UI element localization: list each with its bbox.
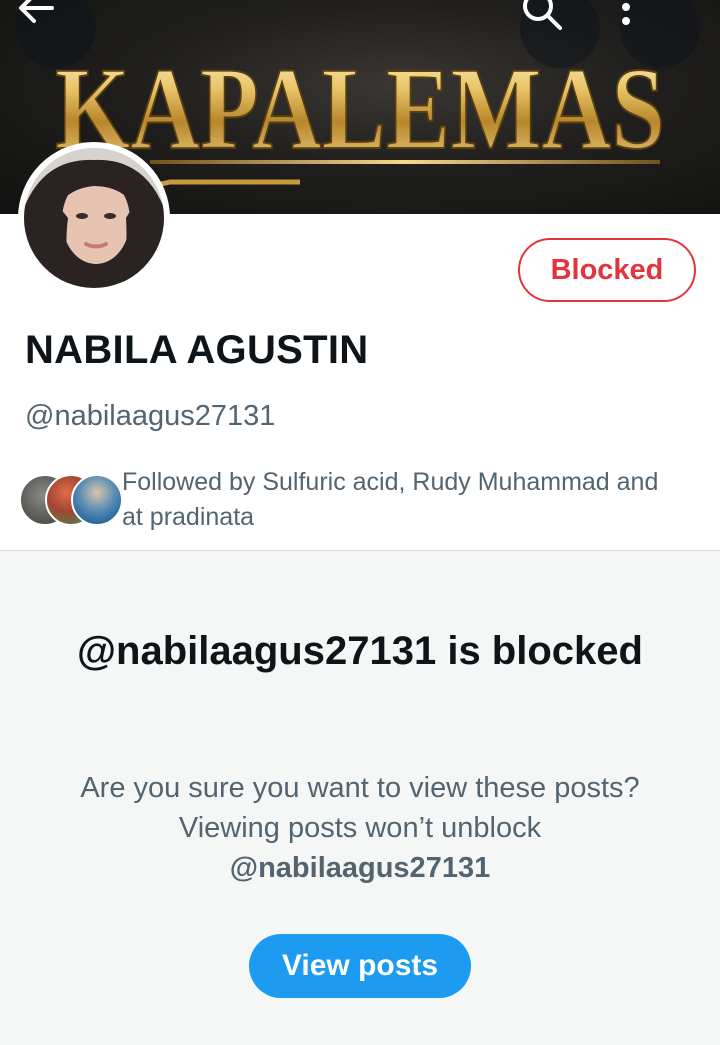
blocked-notice-title: @nabilaagus27131 is blocked	[77, 629, 643, 673]
display-name: NABILA AGUSTIN	[25, 328, 369, 372]
followed-by-avatars[interactable]	[19, 474, 123, 526]
avatar-photo	[24, 148, 164, 288]
blocked-button[interactable]: Blocked	[518, 238, 696, 302]
follower-avatar	[71, 474, 123, 526]
blocked-notice-text: Are you sure you want to view these post…	[80, 772, 640, 844]
blocked-notice-description: Are you sure you want to view these post…	[80, 768, 640, 888]
profile-avatar[interactable]	[18, 142, 170, 294]
view-posts-button[interactable]: View posts	[249, 934, 471, 998]
blocked-notice-handle: @nabilaagus27131	[229, 852, 491, 884]
user-handle: @nabilaagus27131	[25, 400, 276, 432]
followed-by-text[interactable]: Followed by Sulfuric acid, Rudy Muhammad…	[122, 465, 682, 535]
